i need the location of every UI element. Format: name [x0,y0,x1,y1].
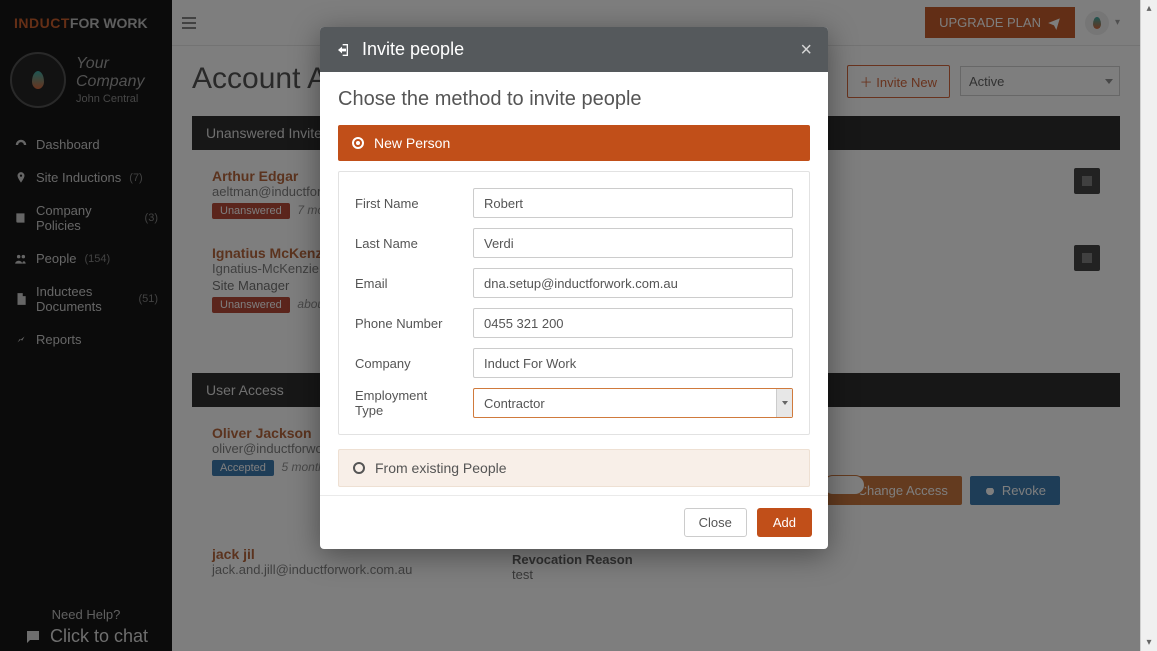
close-button[interactable]: Close [684,508,747,537]
chevron-down-icon [776,389,792,417]
email-label: Email [355,276,473,291]
emp-type-line2: Type [355,403,383,418]
add-button[interactable]: Add [757,508,812,537]
modal-body: Chose the method to invite people New Pe… [320,72,828,495]
modal-footer: Close Add [320,495,828,549]
scroll-up-icon[interactable]: ▴ [1141,0,1157,17]
option-existing-label: From existing People [375,460,507,476]
employment-type-label: Employment Type [355,388,473,418]
employment-type-select[interactable]: Contractor [473,388,793,418]
new-person-form: First Name Last Name Email Phone Number … [338,171,810,435]
radio-icon [353,462,365,474]
last-name-field[interactable] [473,228,793,258]
option-existing-people[interactable]: From existing People [338,449,810,487]
option-new-label: New Person [374,135,450,151]
phone-field[interactable] [473,308,793,338]
close-icon[interactable]: × [800,40,812,60]
modal-subtitle: Chose the method to invite people [338,88,810,111]
login-icon [336,42,352,58]
vertical-scrollbar[interactable]: ▴ ▾ [1140,0,1157,651]
invite-people-modal: Invite people × Chose the method to invi… [320,27,828,549]
email-field[interactable] [473,268,793,298]
scroll-down-icon[interactable]: ▾ [1141,634,1157,651]
company-field[interactable] [473,348,793,378]
phone-label: Phone Number [355,316,473,331]
company-label: Company [355,356,473,371]
first-name-label: First Name [355,196,473,211]
first-name-field[interactable] [473,188,793,218]
last-name-label: Last Name [355,236,473,251]
scroll-track[interactable] [1141,17,1157,634]
radio-icon [352,137,364,149]
emp-type-line1: Employment [355,388,427,403]
employment-type-value: Contractor [484,396,545,411]
modal-title: Invite people [362,39,464,60]
option-new-person[interactable]: New Person [338,125,810,161]
modal-header: Invite people × [320,27,828,72]
